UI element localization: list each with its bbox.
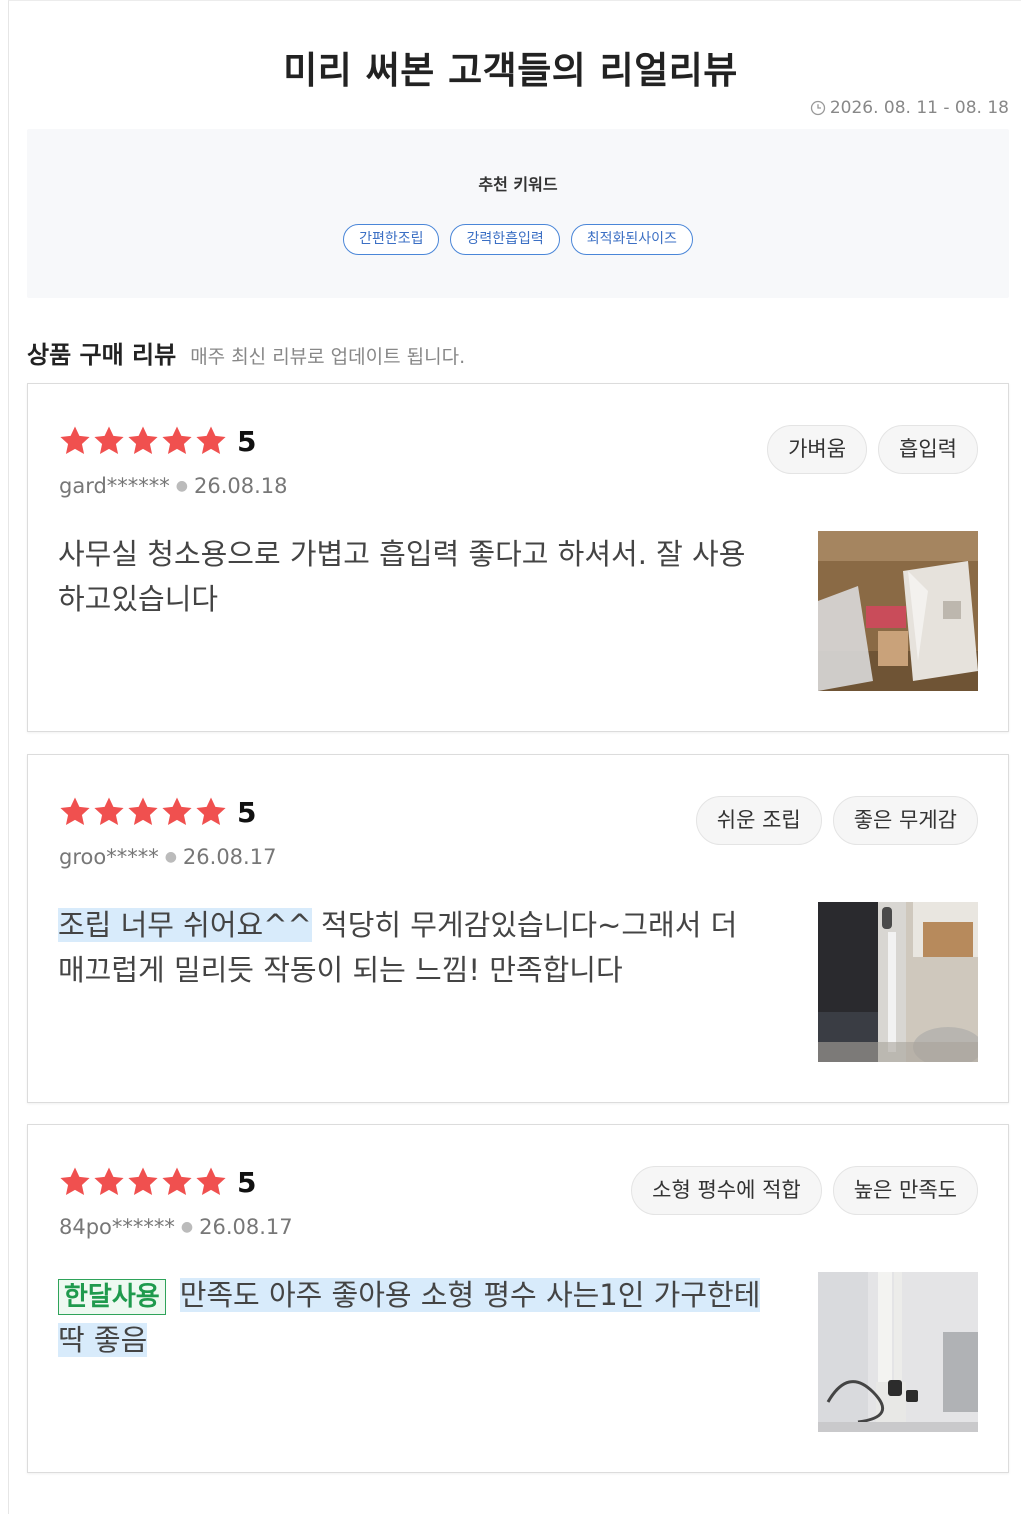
rating-value: 5 — [237, 795, 257, 829]
star-icon — [94, 797, 124, 826]
review-card[interactable]: 5 84po****** ● 26.08.17 소형 평수에 적합 높은 만족도… — [27, 1124, 1009, 1473]
star-icon — [162, 426, 192, 455]
section-title: 상품 구매 리뷰 — [27, 341, 177, 369]
star-icon — [94, 426, 124, 455]
review-text: 한달사용 만족도 아주 좋아용 소형 평수 사는1인 가구한테 딱 좋음 — [58, 1273, 768, 1363]
reviewer-id: 84po****** — [59, 1215, 175, 1239]
section-subtitle: 매주 최신 리뷰로 업데이트 됩니다. — [190, 346, 466, 368]
star-icon — [162, 1167, 192, 1196]
review-tag[interactable]: 좋은 무게감 — [832, 796, 978, 845]
keyword-chip[interactable]: 간편한조립 — [343, 224, 440, 255]
review-highlight: 조립 너무 쉬어요^^ — [58, 908, 312, 942]
reviewer-id: gard****** — [59, 474, 170, 498]
review-tag[interactable]: 소형 평수에 적합 — [631, 1166, 822, 1215]
star-rating: 5 — [58, 424, 256, 458]
review-tag[interactable]: 가벼움 — [767, 425, 868, 474]
review-date: 26.08.18 — [194, 474, 288, 498]
star-icon — [60, 426, 90, 455]
usage-badge: 한달사용 — [58, 1279, 166, 1315]
review-photo[interactable] — [818, 902, 978, 1062]
star-icon — [128, 426, 158, 455]
separator-dot: ● — [175, 478, 189, 494]
keyword-chip[interactable]: 강력한흡입력 — [450, 224, 560, 255]
keyword-chip-list: 간편한조립 강력한흡입력 최적화된사이즈 — [27, 224, 1009, 255]
star-icon — [128, 1167, 158, 1196]
reviewer-id: groo***** — [59, 845, 159, 869]
review-period: 2026. 08. 11 - 08. 18 — [810, 98, 1009, 118]
review-text: 조립 너무 쉬어요^^ 적당히 무게감있습니다~그래서 더 매끄럽게 밀리듯 작… — [58, 903, 768, 993]
star-icon — [60, 797, 90, 826]
star-icon — [60, 1167, 90, 1196]
separator-dot: ● — [180, 1219, 194, 1235]
review-card[interactable]: 5 groo***** ● 26.08.17 쉬운 조립 좋은 무게감 조립 너… — [27, 754, 1009, 1103]
star-icon — [94, 1167, 124, 1196]
review-meta: 84po****** ● 26.08.17 — [59, 1215, 293, 1239]
review-text: 사무실 청소용으로 가볍고 흡입력 좋다고 하셔서. 잘 사용하고있습니다 — [58, 537, 746, 616]
separator-dot: ● — [164, 849, 177, 865]
star-icon — [196, 1167, 226, 1196]
review-photo[interactable] — [818, 531, 978, 691]
section-header: 상품 구매 리뷰 매주 최신 리뷰로 업데이트 됩니다. — [27, 335, 465, 370]
star-rating: 5 — [58, 795, 256, 829]
star-rating: 5 — [58, 1165, 256, 1199]
review-tag[interactable]: 쉬운 조립 — [695, 796, 822, 845]
review-tags: 쉬운 조립 좋은 무게감 — [695, 796, 978, 845]
recommended-keywords-panel: 추천 키워드 간편한조립 강력한흡입력 최적화된사이즈 — [27, 129, 1009, 298]
review-card[interactable]: 5 gard****** ● 26.08.18 가벼움 흡입력 사무실 청소용으… — [27, 383, 1009, 732]
review-tags: 소형 평수에 적합 높은 만족도 — [631, 1166, 978, 1215]
rating-value: 5 — [237, 1165, 257, 1199]
review-tag[interactable]: 높은 만족도 — [832, 1166, 978, 1215]
keywords-title: 추천 키워드 — [478, 175, 558, 194]
star-icon — [196, 797, 226, 826]
keyword-chip[interactable]: 최적화된사이즈 — [570, 224, 693, 255]
review-date: 26.08.17 — [199, 1215, 293, 1239]
review-photo[interactable] — [818, 1272, 978, 1432]
star-icon — [162, 797, 192, 826]
star-icon — [128, 797, 158, 826]
review-tag[interactable]: 흡입력 — [878, 425, 978, 474]
review-meta: gard****** ● 26.08.18 — [59, 474, 288, 498]
review-tags: 가벼움 흡입력 — [767, 425, 978, 474]
review-meta: groo***** ● 26.08.17 — [59, 845, 276, 869]
rating-value: 5 — [237, 424, 257, 458]
period-text: 2026. 08. 11 - 08. 18 — [829, 98, 1009, 118]
review-date: 26.08.17 — [182, 845, 277, 869]
clock-icon — [810, 100, 825, 116]
star-icon — [196, 426, 226, 455]
page-title: 미리 써본 고객들의 리얼리뷰 — [283, 49, 738, 92]
